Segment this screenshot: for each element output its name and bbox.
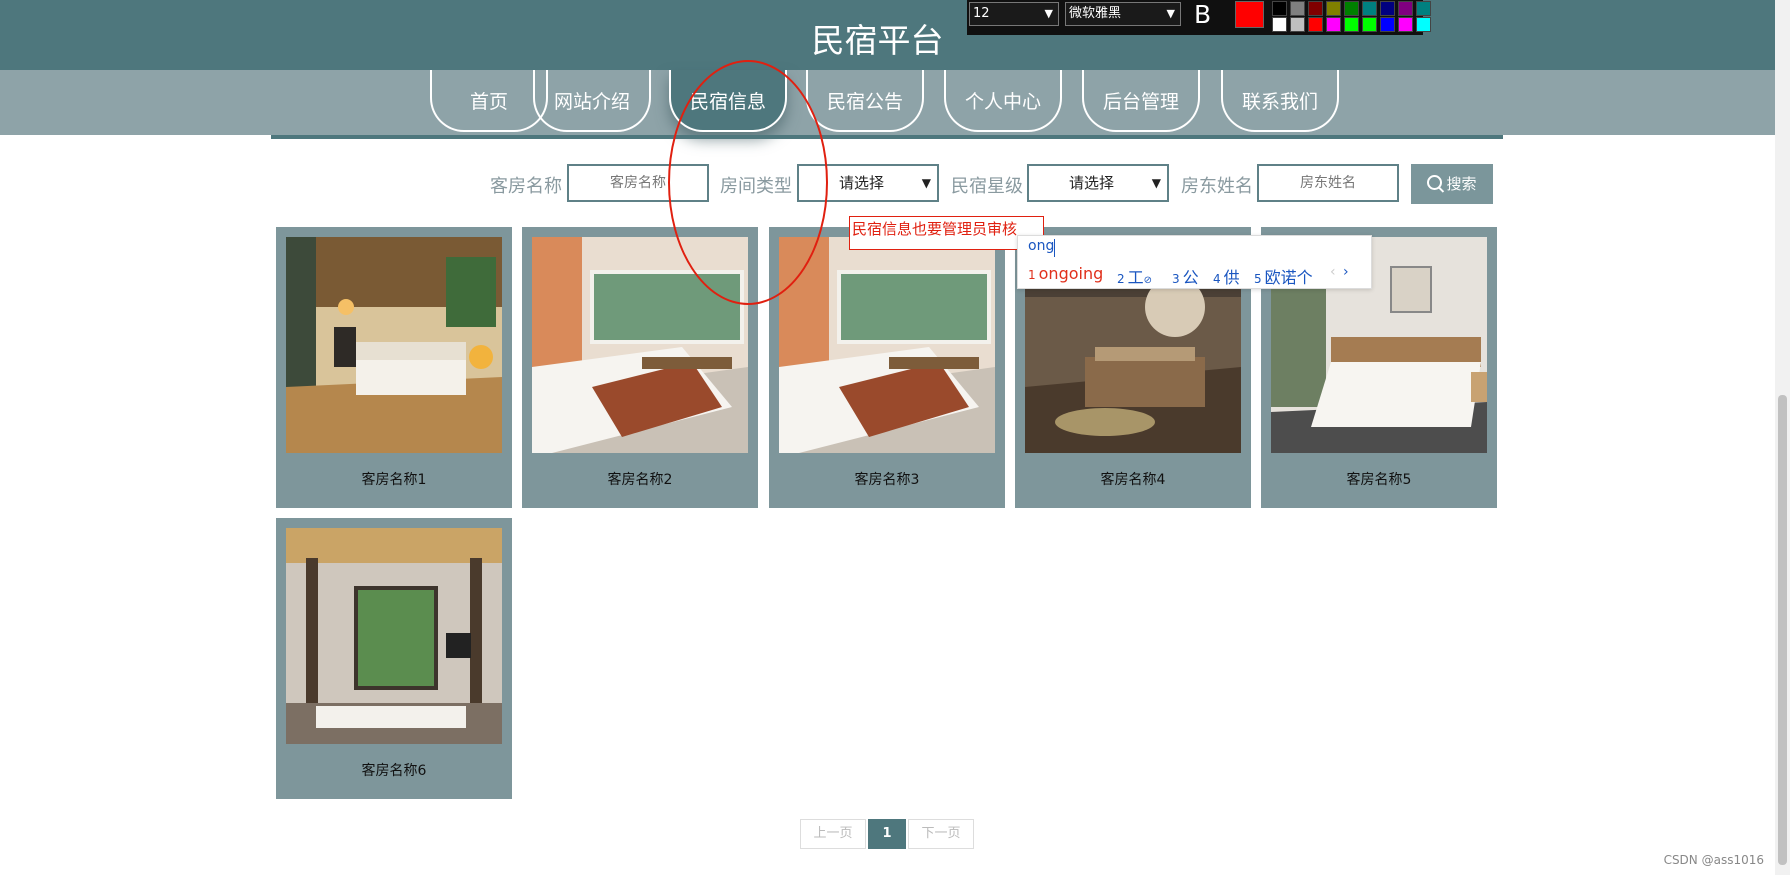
color-swatch[interactable] (1416, 17, 1431, 32)
room-name-label: 客房名称 (490, 176, 562, 197)
check-icon: ⊘ (1143, 275, 1153, 286)
prev-page-button[interactable]: 上一页 (800, 819, 866, 849)
room-photo (286, 528, 502, 744)
scrollbar-thumb[interactable] (1778, 395, 1787, 865)
color-swatch[interactable] (1398, 1, 1413, 16)
nav-divider (271, 135, 1503, 139)
color-swatch[interactable] (1416, 1, 1431, 16)
nav-item-announcements[interactable]: 民宿公告 (806, 70, 924, 132)
site-title: 民宿平台 (811, 21, 944, 60)
color-swatch[interactable] (1290, 1, 1305, 16)
color-swatch[interactable] (1308, 17, 1323, 32)
font-size-select[interactable]: 12 ▼ (969, 2, 1059, 26)
room-card[interactable]: 客房名称6 (276, 518, 512, 799)
color-swatch[interactable] (1326, 1, 1341, 16)
nav-item-admin[interactable]: 后台管理 (1082, 70, 1200, 132)
ime-candidate[interactable]: 5 欧诺个 (1254, 264, 1313, 288)
site-header: 民宿平台 (0, 0, 1775, 70)
nav-item-home[interactable]: 首页 (430, 70, 548, 132)
annotation-circle (668, 60, 828, 305)
nav-item-about[interactable]: 网站介绍 (533, 70, 651, 132)
ime-prev-icon[interactable]: ‹ (1330, 264, 1336, 280)
search-icon (1427, 175, 1443, 190)
color-swatch[interactable] (1380, 17, 1395, 32)
next-page-button[interactable]: 下一页 (908, 819, 974, 849)
font-size-value: 12 (973, 6, 990, 21)
room-name: 客房名称1 (361, 472, 427, 488)
current-color-swatch[interactable] (1235, 1, 1264, 28)
ime-candidate[interactable]: 1 ongoing (1028, 264, 1103, 283)
font-family-select[interactable]: 微软雅黑 ▼ (1065, 2, 1181, 26)
ime-next-icon[interactable]: › (1343, 264, 1349, 280)
nav-item-personal-center[interactable]: 个人中心 (944, 70, 1062, 132)
color-swatch[interactable] (1398, 17, 1413, 32)
color-swatch[interactable] (1272, 17, 1287, 32)
chevron-down-icon: ▼ (1166, 7, 1175, 20)
landlord-label: 房东姓名 (1181, 176, 1253, 197)
font-family-value: 微软雅黑 (1069, 6, 1122, 21)
ime-candidate-popup: ong 1 ongoing 2 工⊘ 3公 4供 5 欧诺个 ‹ › (1017, 235, 1372, 289)
ime-candidate[interactable]: 4供 (1213, 264, 1240, 288)
chevron-down-icon: ▼ (1151, 176, 1161, 190)
room-name: 客房名称4 (1100, 472, 1166, 488)
color-swatch[interactable] (1344, 1, 1359, 16)
star-select-value: 请选择 (1069, 174, 1115, 192)
bold-button[interactable]: B (1194, 0, 1211, 29)
color-swatch[interactable] (1380, 1, 1395, 16)
room-name: 客房名称5 (1346, 472, 1412, 488)
nav-item-contact[interactable]: 联系我们 (1221, 70, 1339, 132)
ime-candidate[interactable]: 3公 (1172, 264, 1199, 288)
chevron-down-icon: ▼ (921, 176, 931, 190)
room-name: 客房名称3 (854, 472, 920, 488)
color-swatch[interactable] (1362, 17, 1377, 32)
page-number-button[interactable]: 1 (868, 819, 906, 849)
text-caret (1054, 239, 1055, 257)
ime-composition: ong (1028, 238, 1055, 254)
color-swatch[interactable] (1326, 17, 1341, 32)
vertical-scrollbar[interactable] (1775, 0, 1790, 875)
room-name: 客房名称6 (361, 763, 427, 779)
star-select[interactable]: 请选择 ▼ (1027, 164, 1169, 202)
room-name: 客房名称2 (607, 472, 673, 488)
color-swatch[interactable] (1344, 17, 1359, 32)
search-button-label: 搜索 (1446, 175, 1477, 193)
ime-candidate[interactable]: 2 工⊘ (1117, 264, 1152, 288)
chevron-down-icon: ▼ (1044, 7, 1053, 20)
room-type-select-value: 请选择 (839, 174, 885, 192)
search-button[interactable]: 搜索 (1411, 164, 1493, 204)
annotation-textbox[interactable]: 民宿信息也要管理员审核 (849, 216, 1044, 250)
color-swatch[interactable] (1308, 1, 1323, 16)
color-swatch[interactable] (1362, 1, 1377, 16)
room-photo (779, 237, 995, 453)
room-card[interactable]: 客房名称1 (276, 227, 512, 508)
landlord-input[interactable] (1257, 164, 1399, 202)
color-swatch[interactable] (1272, 1, 1287, 16)
room-photo (286, 237, 502, 453)
watermark: CSDN @ass1016 (1663, 853, 1764, 867)
star-label: 民宿星级 (951, 176, 1023, 197)
color-swatch[interactable] (1290, 17, 1305, 32)
